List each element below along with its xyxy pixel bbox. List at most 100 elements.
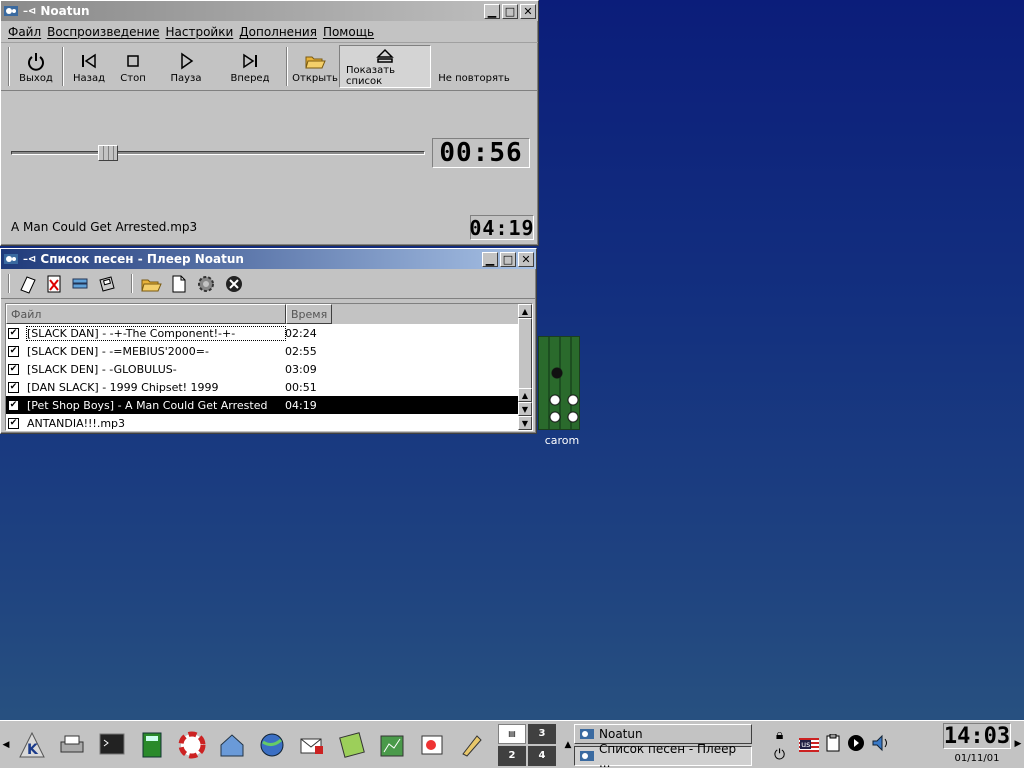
back-button[interactable]: Назад [67, 45, 111, 88]
menu-help[interactable]: Помощь [320, 25, 377, 39]
klipper-icon[interactable] [825, 733, 841, 755]
table-row[interactable]: ✔ [SLACK DAN] - -+-The Component!-+- 02:24 [6, 324, 520, 342]
lock-logout-group: 🔒︎ ⏻ [774, 727, 785, 763]
logout-icon[interactable]: ⏻ [774, 747, 785, 763]
sticky-pin-icon[interactable]: –⊲ [23, 254, 36, 265]
seek-slider-handle[interactable] [98, 145, 118, 161]
seek-slider-track[interactable] [11, 151, 425, 155]
row-duration: 02:24 [285, 326, 317, 340]
panel-clock[interactable]: 14:03 01/11/01 [942, 723, 1012, 767]
desktop-icon-carom[interactable]: carom [538, 336, 580, 447]
noatun-app-icon[interactable] [3, 3, 19, 19]
row-checkbox[interactable]: ✔ [8, 327, 19, 339]
add-directory-button[interactable] [67, 272, 93, 295]
row-checkbox[interactable]: ✔ [8, 399, 19, 411]
terminal-icon [99, 733, 125, 754]
row-file-name: [Pet Shop Boys] - A Man Could Get Arrest… [27, 398, 268, 412]
launcher-help[interactable] [172, 724, 212, 766]
launcher-spreadsheet[interactable] [332, 724, 372, 766]
media-icon[interactable] [847, 734, 865, 755]
mail-icon [300, 738, 323, 754]
scroll-up-button-2[interactable]: ▲ [518, 388, 532, 402]
toolbar-handle[interactable] [8, 47, 10, 86]
maximize-button[interactable]: □ [500, 251, 516, 267]
clear-button[interactable] [220, 272, 248, 295]
elapsed-time-display[interactable]: 00:56 [432, 138, 530, 168]
row-checkbox[interactable]: ✔ [8, 417, 19, 429]
row-checkbox[interactable]: ✔ [8, 381, 19, 393]
close-button[interactable]: ✕ [518, 251, 534, 267]
scroll-thumb[interactable] [518, 318, 532, 394]
pause-button[interactable]: Пауза [155, 45, 217, 88]
noatun-window: –⊲ Noatun ▁ □ ✕ Файл Воспроизведение Нас… [0, 0, 539, 246]
task-playlist[interactable]: Список песен - Плеер ... [574, 742, 752, 768]
chart-icon [380, 735, 404, 756]
forward-button[interactable]: Вперед [217, 45, 283, 88]
scroll-down-button-2[interactable]: ▼ [518, 416, 532, 430]
maximize-button[interactable]: □ [502, 3, 518, 19]
table-row[interactable]: ✔ ANTANDIA!!!.mp3 [6, 414, 520, 430]
menu-plugins[interactable]: Дополнения [236, 25, 320, 39]
table-row[interactable]: ✔ [Pet Shop Boys] - A Man Could Get Arres… [6, 396, 520, 414]
notebook-icon [20, 275, 36, 294]
exit-button[interactable]: Выход [13, 45, 59, 88]
playlist-toolbar [1, 269, 536, 299]
playlist-scrollbar[interactable]: ▲ ▲ ▼ ▼ [518, 304, 532, 430]
menu-settings[interactable]: Настройки [162, 25, 236, 39]
launcher-home[interactable] [212, 724, 252, 766]
speaker-icon[interactable] [871, 734, 891, 755]
panel-hide-left-arrow[interactable]: ◀ [0, 722, 12, 768]
menu-file[interactable]: Файл [5, 25, 44, 39]
launcher-printer[interactable] [52, 724, 92, 766]
add-files-button[interactable] [13, 272, 41, 295]
k-menu-button[interactable]: K [12, 724, 52, 766]
row-checkbox[interactable]: ✔ [8, 363, 19, 375]
column-header-time[interactable]: Время [286, 304, 332, 324]
open-button[interactable]: Открыть [291, 45, 339, 88]
launcher-terminal[interactable] [92, 724, 132, 766]
column-header-file[interactable]: Файл [6, 304, 286, 324]
save-button[interactable] [93, 272, 121, 295]
launcher-paint[interactable] [412, 724, 452, 766]
toolbar-handle[interactable] [8, 274, 10, 293]
task-noatun[interactable]: Noatun [574, 723, 752, 744]
no-repeat-toggle[interactable]: Не повторять [431, 45, 517, 88]
new-playlist-button[interactable] [166, 272, 192, 295]
launcher-browser[interactable] [252, 724, 292, 766]
noatun-titlebar[interactable]: –⊲ Noatun ▁ □ ✕ [1, 1, 538, 21]
launcher-calculator[interactable] [132, 724, 172, 766]
minimize-button[interactable]: ▁ [482, 251, 498, 267]
pager-desktop-4[interactable]: 4 [528, 745, 556, 766]
scroll-up-button[interactable]: ▲ [518, 304, 532, 318]
noatun-app-icon[interactable] [3, 251, 19, 267]
close-button[interactable]: ✕ [520, 3, 536, 19]
panel-hide-right-arrow[interactable]: ▶ [1012, 721, 1024, 767]
skip-back-icon [82, 53, 96, 69]
taskbar-scroll-arrow[interactable]: ▲ [564, 722, 572, 768]
stop-button[interactable]: Стоп [111, 45, 155, 88]
scroll-down-button[interactable]: ▼ [518, 402, 532, 416]
pager-desktop-3[interactable]: 3 [528, 723, 556, 744]
gear-icon [198, 275, 214, 292]
keyboard-layout-flag-icon[interactable]: us [799, 737, 820, 752]
menu-playback[interactable]: Воспроизведение [44, 25, 162, 39]
minimize-button[interactable]: ▁ [484, 3, 500, 19]
row-duration: 04:19 [285, 398, 317, 412]
launcher-chart[interactable] [372, 724, 412, 766]
sticky-pin-icon[interactable]: –⊲ [23, 6, 36, 17]
delete-file-icon [47, 275, 61, 292]
remove-button[interactable] [41, 272, 67, 295]
row-checkbox[interactable]: ✔ [8, 345, 19, 357]
playlist-titlebar[interactable]: –⊲ Список песен - Плеер Noatun ▁ □ ✕ [1, 249, 536, 269]
open-playlist-button[interactable] [136, 272, 166, 295]
shuffle-button[interactable] [192, 272, 220, 295]
pager-desktop-2[interactable]: 2 [498, 745, 526, 766]
show-playlist-button[interactable]: Показать список [339, 45, 431, 88]
lock-icon[interactable]: 🔒︎ [776, 727, 783, 743]
pager-desktop-1[interactable]: ▤ [498, 723, 526, 744]
launcher-mail[interactable] [292, 724, 332, 766]
table-row[interactable]: ✔ [DAN SLACK] - 1999 Chipset! 1999 00:51 [6, 378, 520, 396]
launcher-editor[interactable] [452, 724, 492, 766]
table-row[interactable]: ✔ [SLACK DEN] - -GLOBULUS- 03:09 [6, 360, 520, 378]
table-row[interactable]: ✔ [SLACK DEN] - -=MEBIUS'2000=- 02:55 [6, 342, 520, 360]
